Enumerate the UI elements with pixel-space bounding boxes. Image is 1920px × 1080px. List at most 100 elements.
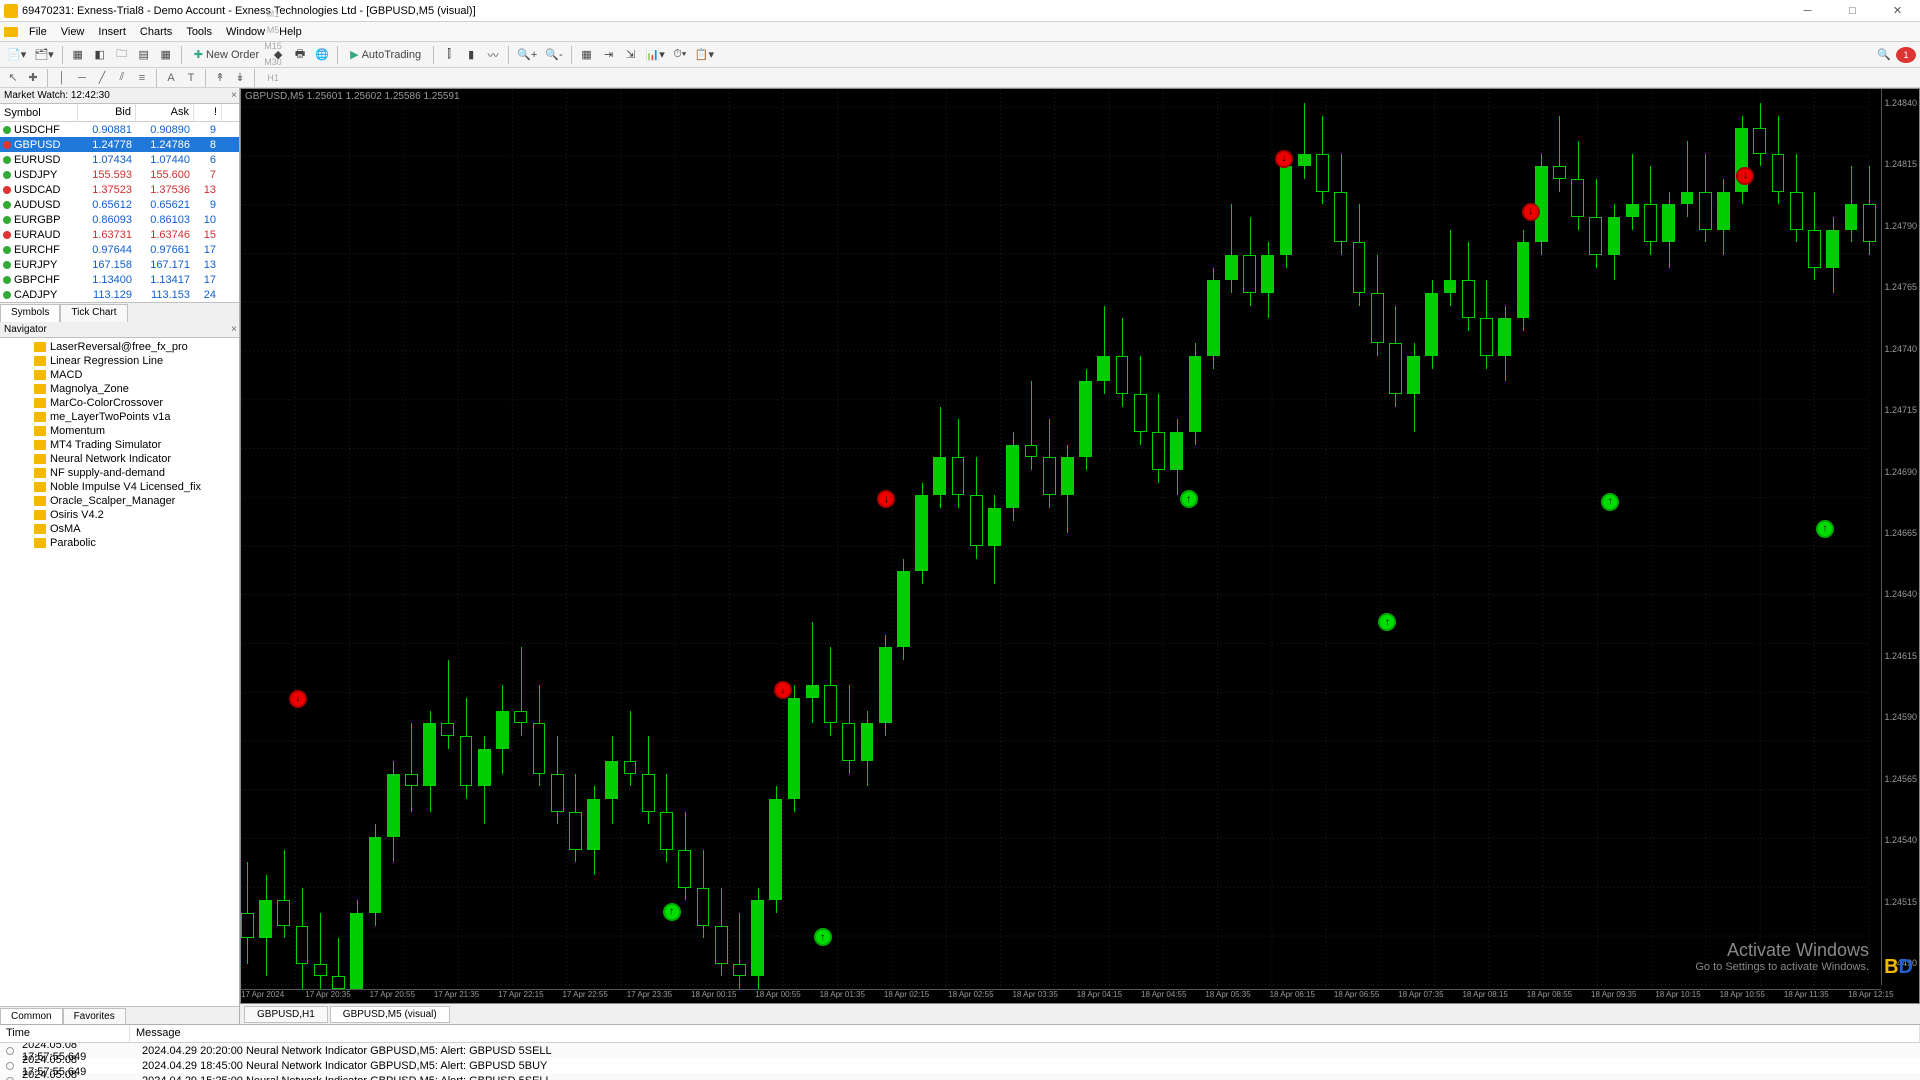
navigator-item[interactable]: Osiris V4.2: [0, 508, 239, 522]
bar-chart-icon[interactable]: ⫿: [439, 45, 459, 65]
strategy-tester-icon[interactable]: ▦: [156, 45, 176, 65]
navigator-item[interactable]: Parabolic: [0, 536, 239, 550]
navigator-item[interactable]: me_LayerTwoPoints v1a: [0, 410, 239, 424]
arrow-up-icon[interactable]: ↟: [211, 70, 229, 86]
market-watch-row[interactable]: EURUSD1.074341.074406: [0, 152, 239, 167]
text-label-icon[interactable]: T: [182, 70, 200, 86]
vline-icon[interactable]: │: [53, 70, 71, 86]
shift-icon[interactable]: ⇥: [599, 45, 619, 65]
tab-symbols[interactable]: Symbols: [0, 304, 60, 322]
navigator-icon[interactable]: 🗀: [112, 45, 132, 65]
tab-favorites[interactable]: Favorites: [63, 1008, 126, 1024]
market-watch-row[interactable]: EURCHF0.976440.9766117: [0, 242, 239, 257]
drawing-toolbar: ↖ ✚ │ ─ ╱ ⫽ ≡ A T ↟ ↡ M1M5M15M30H1H4D1W1…: [0, 68, 1920, 88]
candle-chart-icon[interactable]: ▮: [461, 45, 481, 65]
close-button[interactable]: ✕: [1875, 0, 1920, 22]
autotrading-button[interactable]: ▶AutoTrading: [343, 45, 428, 65]
options-icon[interactable]: 🖶: [290, 45, 310, 65]
new-order-button[interactable]: ✚New Order: [187, 45, 266, 65]
market-watch-row[interactable]: EURJPY167.158167.17113: [0, 257, 239, 272]
journal-row[interactable]: 2024.05.08 17:57:55.6492024.04.29 15:25:…: [0, 1073, 1920, 1080]
mw-col-spread[interactable]: !: [194, 104, 222, 121]
navigator-close-icon[interactable]: ×: [231, 324, 237, 335]
mw-col-ask[interactable]: Ask: [136, 104, 194, 121]
refresh-icon[interactable]: 🌐: [312, 45, 332, 65]
terminal-icon[interactable]: ▤: [134, 45, 154, 65]
navigator-item[interactable]: Momentum: [0, 424, 239, 438]
market-watch-icon[interactable]: ▦: [68, 45, 88, 65]
channel-icon[interactable]: ⫽: [113, 70, 131, 86]
templates-icon[interactable]: 📋▾: [692, 45, 717, 65]
market-watch-close-icon[interactable]: ×: [231, 90, 237, 101]
mw-col-symbol[interactable]: Symbol: [0, 104, 78, 121]
menu-tools[interactable]: Tools: [179, 24, 219, 40]
navigator-item[interactable]: OsMA: [0, 522, 239, 536]
buy-signal-icon: ↑: [1378, 613, 1396, 631]
arrow-down-icon[interactable]: ↡: [231, 70, 249, 86]
market-watch-row[interactable]: EURAUD1.637311.6374615: [0, 227, 239, 242]
fibo-icon[interactable]: ≡: [133, 70, 151, 86]
market-watch-row[interactable]: AUDUSD0.656120.656219: [0, 197, 239, 212]
market-watch-row[interactable]: USDCAD1.375231.3753613: [0, 182, 239, 197]
navigator-item[interactable]: LaserReversal@free_fx_pro: [0, 340, 239, 354]
indicators-icon[interactable]: 📊▾: [643, 45, 668, 65]
profiles-icon[interactable]: 🗂▾: [31, 45, 57, 65]
zoom-in-icon[interactable]: 🔍+: [514, 45, 540, 65]
menu-view[interactable]: View: [54, 24, 92, 40]
navigator-item[interactable]: MT4 Trading Simulator: [0, 438, 239, 452]
navigator-item[interactable]: Noble Impulse V4 Licensed_fix: [0, 480, 239, 494]
journal-row[interactable]: 2024.05.08 17:57:55.6492024.04.29 20:20:…: [0, 1043, 1920, 1058]
navigator-item[interactable]: MACD: [0, 368, 239, 382]
chart-tab[interactable]: GBPUSD,H1: [244, 1006, 328, 1023]
sell-signal-icon: ↓: [774, 681, 792, 699]
market-watch-row[interactable]: GBPCHF1.134001.1341717: [0, 272, 239, 287]
timeframe-m5[interactable]: M5: [260, 22, 286, 38]
journal-col-time[interactable]: Time: [0, 1025, 130, 1042]
autoscroll-icon[interactable]: ⇲: [621, 45, 641, 65]
hline-icon[interactable]: ─: [73, 70, 91, 86]
tile-icon[interactable]: ▦: [577, 45, 597, 65]
crosshair-icon[interactable]: ✚: [24, 70, 42, 86]
timeframe-h1[interactable]: H1: [260, 70, 286, 86]
market-watch-row[interactable]: GBPUSD1.247781.247868: [0, 137, 239, 152]
timeframe-m1[interactable]: M1: [260, 6, 286, 22]
navigator-item[interactable]: Magnolya_Zone: [0, 382, 239, 396]
journal-col-message[interactable]: Message: [130, 1025, 1920, 1042]
navigator-item[interactable]: Linear Regression Line: [0, 354, 239, 368]
journal-row[interactable]: 2024.05.08 17:57:55.6492024.04.29 18:45:…: [0, 1058, 1920, 1073]
navigator-header: Navigator ×: [0, 322, 239, 338]
navigator-item[interactable]: Neural Network Indicator: [0, 452, 239, 466]
bd-logo: BD: [1884, 956, 1913, 979]
main-toolbar: 📄▾ 🗂▾ ▦ ◧ 🗀 ▤ ▦ ✚New Order ◆ 🖶 🌐 ▶AutoTr…: [0, 42, 1920, 68]
chart-header: GBPUSD,M5 1.25601 1.25602 1.25586 1.2559…: [245, 91, 460, 102]
zoom-out-icon[interactable]: 🔍-: [542, 45, 565, 65]
tab-tick-chart[interactable]: Tick Chart: [60, 304, 127, 322]
text-icon[interactable]: A: [162, 70, 180, 86]
data-window-icon[interactable]: ◧: [90, 45, 110, 65]
line-chart-icon[interactable]: 〰: [483, 45, 503, 65]
periods-icon[interactable]: ⏱▾: [670, 45, 690, 65]
chart-canvas[interactable]: GBPUSD,M5 1.25601 1.25602 1.25586 1.2559…: [240, 88, 1920, 1004]
new-chart-icon[interactable]: 📄▾: [4, 45, 29, 65]
timeframe-m30[interactable]: M30: [260, 54, 286, 70]
menu-charts[interactable]: Charts: [133, 24, 179, 40]
cursor-icon[interactable]: ↖: [4, 70, 22, 86]
menu-insert[interactable]: Insert: [91, 24, 133, 40]
market-watch-row[interactable]: USDJPY155.593155.6007: [0, 167, 239, 182]
minimize-button[interactable]: ─: [1785, 0, 1830, 22]
timeframe-m15[interactable]: M15: [260, 38, 286, 54]
trendline-icon[interactable]: ╱: [93, 70, 111, 86]
maximize-button[interactable]: □: [1830, 0, 1875, 22]
navigator-item[interactable]: MarCo-ColorCrossover: [0, 396, 239, 410]
market-watch-row[interactable]: USDCHF0.908810.908909: [0, 122, 239, 137]
navigator-item[interactable]: NF supply-and-demand: [0, 466, 239, 480]
mw-col-bid[interactable]: Bid: [78, 104, 136, 121]
navigator-item[interactable]: Oracle_Scalper_Manager: [0, 494, 239, 508]
search-icon[interactable]: 🔍: [1874, 45, 1894, 65]
market-watch-row[interactable]: CADJPY113.129113.15324: [0, 287, 239, 302]
tab-common[interactable]: Common: [0, 1008, 63, 1024]
alert-icon[interactable]: 1: [1896, 47, 1916, 63]
market-watch-row[interactable]: EURGBP0.860930.8610310: [0, 212, 239, 227]
chart-tab[interactable]: GBPUSD,M5 (visual): [330, 1006, 450, 1023]
menu-file[interactable]: File: [22, 24, 54, 40]
